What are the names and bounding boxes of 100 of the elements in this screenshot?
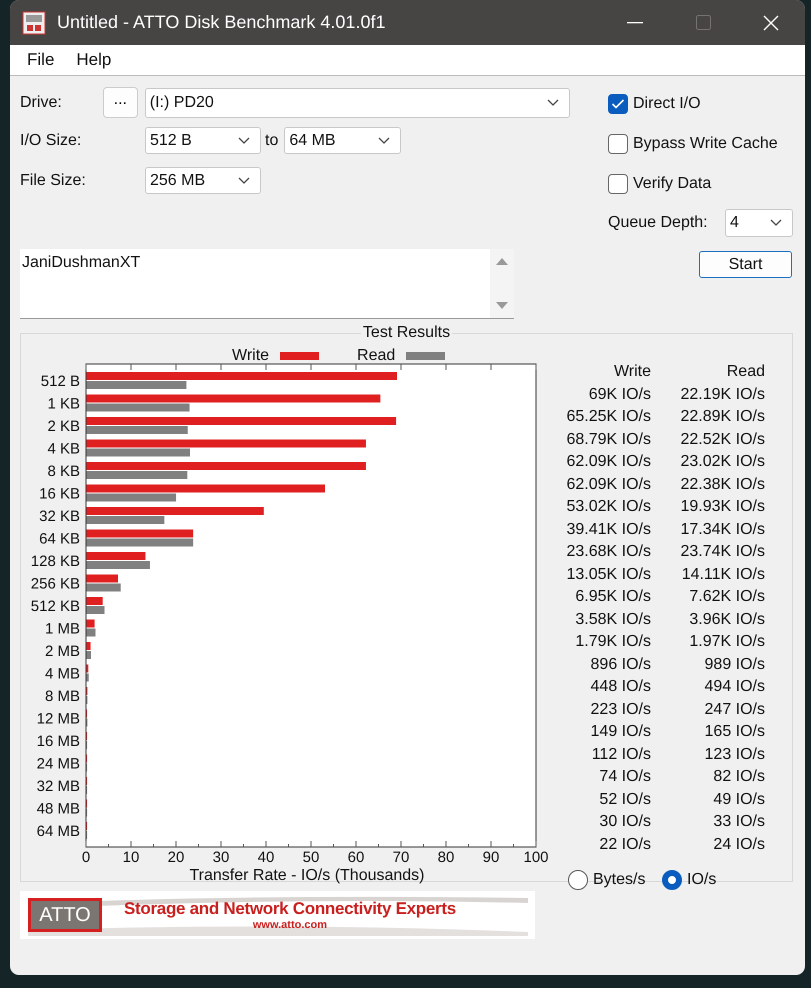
tick-label: 60 [348,849,364,866]
category-label: 8 MB [44,688,80,705]
table-cell-text: 23.74K IO/s [680,543,765,562]
radio-label[interactable]: IO/s [687,871,716,889]
menu-item[interactable]: File [22,50,60,70]
dropdown[interactable]: 64 MB [284,127,402,154]
axis-title: Transfer Rate - IO/s (Thousands) [189,867,425,884]
table-cell-text: 3.58K IO/s [574,610,651,629]
dropdown[interactable]: 256 MB [145,167,261,194]
legend-swatch [280,352,320,360]
scroll-up-icon [496,257,508,265]
tick-label: 30 [212,849,230,866]
table-cell-text: 24 IO/s [712,836,765,854]
category-label: 4 MB [44,666,80,682]
browse-button[interactable]: ... [102,87,138,118]
table-cell-text: 247 IO/s [704,700,765,719]
category-label: 4 KB [47,440,80,458]
category-label: 8 KB [47,463,80,480]
checkbox[interactable] [608,174,628,194]
category-label: 32 KB [39,508,80,525]
category-label: 48 MB [36,800,80,818]
table-cell-text: 112 IO/s [590,746,651,764]
category-label: 128 KB [30,553,80,570]
table-cell-text: 494 IO/s [704,678,765,696]
field-label: Drive: [20,94,63,112]
category-label: 512 KB [30,598,80,615]
table-cell-text: 39.41K IO/s [566,520,651,539]
tick-label: 70 [392,849,410,866]
caret-icon [378,136,390,144]
table-cell-text: 123 IO/s [704,746,765,764]
read-bar [86,674,89,682]
radio-button[interactable] [662,870,682,890]
table-cell-text: 68.79K IO/s [566,430,651,449]
app-icon [22,10,46,34]
table-cell-text: 14.11K IO/s [680,566,765,584]
banner-url: www.atto.com [252,919,328,931]
table-cell-text: 448 IO/s [590,678,651,696]
table-cell-text: 13.05K IO/s [566,566,651,584]
read-bar [86,561,150,569]
minimize-icon [627,22,643,24]
read-bar [86,628,96,636]
checkbox-label[interactable]: Verify Data [633,175,712,193]
tick-label: 40 [258,849,274,866]
table-cell-text: 23.02K IO/s [680,453,765,472]
description-field[interactable]: JaniDushmanXT [20,249,514,319]
radio-label[interactable]: Bytes/s [593,871,646,889]
table-cell-text: 74 IO/s [598,768,651,786]
category-label: 1 MB [44,620,80,638]
dropdown[interactable]: 4 [725,209,793,237]
tick-label: 80 [438,849,454,866]
caret-icon [547,98,559,106]
table-cell-text: 223 IO/s [590,700,651,719]
field-label: File Size: [20,172,87,190]
legend-swatch [406,352,446,360]
category-label: 64 MB [36,823,80,840]
maximize-icon [696,15,710,30]
category-label: 256 KB [30,576,80,592]
table-cell-text: 989 IO/s [704,656,765,674]
table-cell-text: 22.52K IO/s [680,430,765,449]
menu-item[interactable]: Help [71,50,116,70]
scroll-down-icon [496,302,508,310]
field-label: I/O Size: [20,132,82,150]
tick-label: 10 [122,849,140,866]
category-label: 24 MB [36,756,80,772]
table-cell-text: 33 IO/s [712,813,765,832]
table-cell-text: 52 IO/s [598,790,651,809]
checkbox[interactable] [608,94,628,114]
table-cell-text: 65.25K IO/s [566,408,651,426]
table-cell-text: 82 IO/s [712,768,765,786]
table-cell-text: 6.95K IO/s [574,588,651,606]
table-cell-text: 30 IO/s [598,813,651,832]
start-button[interactable]: Start [699,251,792,278]
dropdown[interactable]: (I:) PD20 [144,88,570,118]
atto-logo: ATTO [28,898,102,932]
radio-button[interactable] [568,870,588,890]
tick-label: 50 [302,849,320,866]
category-label: 32 MB [36,778,80,795]
caret-icon [238,176,250,184]
checkbox-label[interactable]: Bypass Write Cache [633,135,778,153]
read-bar [86,584,121,592]
category-label: 2 KB [47,418,80,435]
caret-icon [770,219,782,227]
column-header: Read [726,363,765,382]
table-cell-text: 7.62K IO/s [688,588,765,606]
banner-tagline: Storage and Network Connectivity Experts [124,899,456,919]
table-cell-text: 62.09K IO/s [566,476,651,494]
checkbox[interactable] [608,134,628,154]
scrollbar[interactable] [490,249,514,318]
read-bar [86,606,104,614]
table-cell-text: 22 IO/s [598,836,651,854]
dropdown[interactable]: 512 B [145,127,261,154]
field-label: to [265,132,278,150]
table-cell-text: 62.09K IO/s [566,453,651,472]
table-cell-text: 23.68K IO/s [566,543,651,562]
checkbox-label[interactable]: Direct I/O [633,95,701,113]
table-cell-text: 1.97K IO/s [688,633,765,652]
write-bar [86,642,91,650]
table-cell-text: 19.93K IO/s [680,498,765,516]
close-icon [763,14,779,30]
table-cell-text: 165 IO/s [704,723,765,742]
